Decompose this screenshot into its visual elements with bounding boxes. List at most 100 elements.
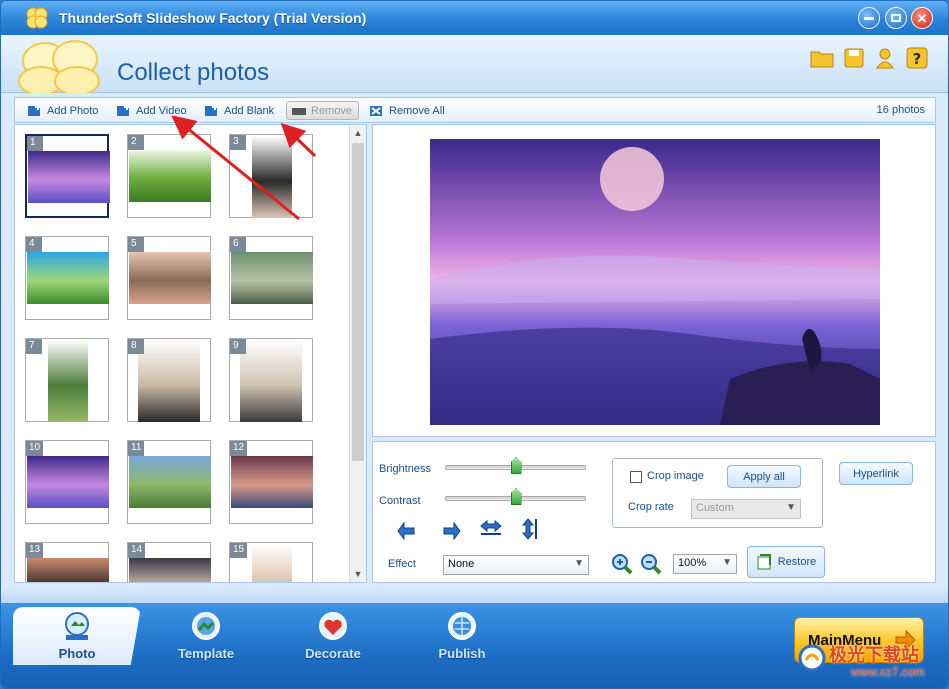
remove-all-button[interactable]: Remove All: [369, 101, 445, 120]
rotate-right-icon[interactable]: [439, 517, 463, 541]
thumbnail-image: [28, 151, 110, 203]
thumbnail-number: 13: [26, 543, 44, 558]
clover-logo-icon: [26, 7, 48, 29]
hyperlink-button[interactable]: Hyperlink: [839, 462, 913, 485]
add-photo-button[interactable]: Add Photo: [27, 101, 98, 120]
thumbnail-image: [231, 456, 313, 508]
thumbnail-image: [27, 456, 109, 508]
zoom-value: 100%: [678, 557, 707, 569]
close-button[interactable]: ✕: [911, 7, 933, 29]
zoom-select[interactable]: 100% ▼: [673, 554, 737, 574]
decorate-tab-icon: [319, 612, 347, 640]
crop-rate-select[interactable]: Custom ▼: [691, 499, 801, 519]
add-video-icon: [117, 103, 130, 116]
zoom-out-icon[interactable]: [639, 552, 663, 576]
effect-value: None: [448, 558, 475, 570]
photo-toolbar: Add Photo Add Video Add Blank Remove Rem…: [14, 97, 936, 123]
photo-thumbnail[interactable]: 10: [25, 440, 109, 524]
minimize-button[interactable]: [858, 7, 880, 29]
add-blank-button[interactable]: Add Blank: [204, 101, 274, 120]
thumbnail-number: 1: [27, 136, 43, 151]
photo-edit-panel: Brightness Contrast Effect None ▼ Crop i…: [372, 441, 936, 583]
clover-banner-icon: [18, 40, 100, 93]
rotate-left-icon[interactable]: [395, 517, 419, 541]
restore-button[interactable]: Restore: [747, 546, 825, 578]
scroll-down-icon[interactable]: ▼: [350, 566, 366, 582]
photo-thumbnail[interactable]: 14: [127, 542, 211, 582]
add-blank-label: Add Blank: [224, 104, 275, 117]
photo-thumbnail[interactable]: 6: [229, 236, 313, 320]
thumbnail-grid: 1 2 3 4 5 6 7 8 9 10 11 12 13 14 15: [15, 125, 350, 582]
photo-thumbnail[interactable]: 5: [127, 236, 211, 320]
nav-tab-decorate[interactable]: Decorate: [288, 611, 378, 663]
thumbnail-number: 14: [128, 543, 146, 558]
hyperlink-label: Hyperlink: [853, 467, 899, 480]
effect-select[interactable]: None ▼: [443, 555, 589, 575]
nav-decorate-label: Decorate: [305, 646, 361, 661]
thumbnail-number: 6: [230, 237, 246, 252]
nav-publish-label: Publish: [438, 646, 486, 661]
flip-horizontal-icon[interactable]: [479, 517, 503, 541]
thumbnail-number: 10: [26, 441, 44, 456]
help-icon[interactable]: ?: [904, 45, 930, 71]
photo-thumbnail[interactable]: 1: [25, 134, 110, 218]
folder-icon[interactable]: [809, 45, 835, 71]
photo-thumbnail[interactable]: 12: [229, 440, 313, 524]
thumbnail-image: [48, 340, 88, 422]
add-blank-icon: [205, 103, 218, 116]
thumbnail-number: 11: [128, 441, 145, 456]
maximize-button[interactable]: [885, 7, 907, 29]
save-icon[interactable]: [841, 45, 867, 71]
remove-label: Remove: [311, 104, 352, 117]
watermark-url: www.xz7.com: [851, 665, 925, 679]
apply-all-button[interactable]: Apply all: [727, 465, 801, 488]
publish-tab-icon: [448, 612, 476, 640]
crop-group: Crop image Apply all Crop rate Custom ▼: [612, 458, 823, 528]
nav-template-label: Template: [177, 646, 235, 661]
thumbnail-image: [240, 340, 302, 422]
thumbnail-number: 7: [26, 339, 42, 354]
thumbnail-image: [27, 558, 109, 582]
scrollbar-thumb[interactable]: [352, 143, 364, 461]
nav-photo-label: Photo: [58, 646, 96, 661]
thumbnail-number: 5: [128, 237, 144, 252]
chevron-down-icon: ▼: [722, 557, 732, 568]
thumbnail-image: [129, 150, 211, 202]
photo-thumbnail[interactable]: 3: [229, 134, 313, 218]
thumbnail-image: [252, 136, 292, 218]
brightness-slider-knob[interactable]: [510, 457, 522, 474]
effect-label: Effect: [388, 558, 416, 570]
photo-thumbnail[interactable]: 8: [127, 338, 211, 422]
add-photo-icon: [28, 103, 41, 116]
svg-text:?: ?: [913, 50, 922, 68]
app-window: ThunderSoft Slideshow Factory (Trial Ver…: [0, 0, 949, 689]
nav-tab-publish[interactable]: Publish: [417, 611, 507, 663]
photo-thumbnail[interactable]: 15: [229, 542, 313, 582]
scroll-up-icon[interactable]: ▲: [350, 125, 366, 141]
photo-thumbnail[interactable]: 11: [127, 440, 211, 524]
contrast-slider-knob[interactable]: [510, 488, 522, 505]
title-bar: ThunderSoft Slideshow Factory (Trial Ver…: [1, 1, 948, 35]
remove-icon: [292, 107, 306, 115]
nav-tab-photo[interactable]: Photo: [32, 611, 122, 663]
thumbnail-image: [27, 252, 109, 304]
close-icon: ✕: [916, 10, 928, 26]
user-icon[interactable]: [872, 45, 898, 71]
apply-all-label: Apply all: [743, 470, 785, 483]
photo-thumbnail[interactable]: 2: [127, 134, 211, 218]
crop-image-checkbox[interactable]: [630, 471, 642, 483]
brightness-label: Brightness: [379, 463, 431, 475]
photo-thumbnail[interactable]: 4: [25, 236, 109, 320]
nav-tab-template[interactable]: Template: [161, 611, 251, 663]
remove-button[interactable]: Remove: [286, 101, 359, 120]
photo-thumbnail[interactable]: 9: [229, 338, 313, 422]
thumbnail-number: 8: [128, 339, 144, 354]
photo-thumbnail[interactable]: 13: [25, 542, 109, 582]
thumbnail-image: [129, 558, 211, 582]
thumbnail-scrollbar[interactable]: ▲ ▼: [349, 125, 366, 582]
zoom-in-icon[interactable]: [610, 552, 634, 576]
add-video-button[interactable]: Add Video: [116, 101, 187, 120]
photo-thumbnail[interactable]: 7: [25, 338, 109, 422]
chevron-down-icon: ▼: [574, 558, 584, 569]
flip-vertical-icon[interactable]: [519, 517, 543, 541]
